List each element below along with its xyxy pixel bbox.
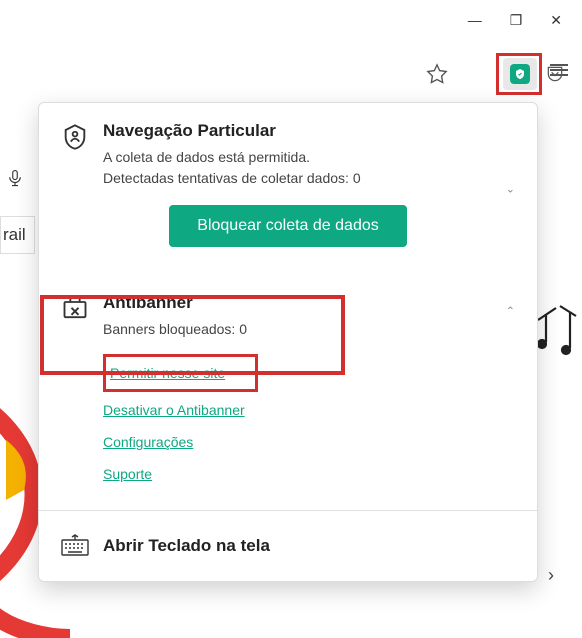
private-browsing-count: Detectadas tentativas de coletar dados: … [103, 168, 515, 189]
settings-link[interactable]: Configurações [103, 426, 193, 458]
extension-popup: Navegação Particular A coleta de dados e… [38, 102, 538, 582]
onscreen-keyboard-section[interactable]: Abrir Teclado na tela [39, 511, 537, 581]
onscreen-keyboard-title: Abrir Teclado na tela [103, 536, 270, 556]
close-button[interactable]: ✕ [550, 12, 562, 29]
extension-highlight-box [496, 53, 542, 95]
allow-site-highlight-box: Permitir nesse site [103, 354, 258, 392]
background-tab-fragment: rail [0, 216, 35, 254]
browser-toolbar [0, 55, 582, 93]
anonymous-icon [61, 123, 89, 151]
antibanner-count: Banners bloqueados: 0 [103, 319, 515, 340]
block-data-collection-button[interactable]: Bloquear coleta de dados [169, 205, 406, 247]
chevron-right-icon: › [548, 565, 554, 586]
chevron-down-icon: ⌄ [506, 183, 515, 196]
antibanner-title: Antibanner [103, 293, 515, 313]
antibanner-section[interactable]: Antibanner Banners bloqueados: 0 ⌃ [39, 275, 537, 346]
window-controls: — ❐ ✕ [448, 0, 582, 41]
antibanner-icon [61, 295, 89, 323]
keyboard-icon [61, 533, 89, 561]
private-browsing-status: A coleta de dados está permitida. [103, 147, 515, 168]
allow-on-this-site-link[interactable]: Permitir nesse site [110, 357, 225, 389]
microphone-icon [6, 165, 24, 191]
support-link[interactable]: Suporte [103, 458, 152, 490]
chevron-up-icon: ⌃ [506, 304, 515, 317]
minimize-button[interactable]: — [468, 12, 482, 29]
private-browsing-section[interactable]: Navegação Particular A coleta de dados e… [39, 103, 537, 275]
menu-hamburger-icon[interactable] [550, 64, 568, 76]
music-notes-decoration [536, 302, 580, 362]
antibanner-links: Permitir nesse site Desativar o Antibann… [39, 346, 537, 510]
maximize-button[interactable]: ❐ [510, 12, 523, 29]
disable-antibanner-link[interactable]: Desativar o Antibanner [103, 394, 245, 426]
bookmark-star-icon[interactable] [426, 63, 448, 85]
private-browsing-title: Navegação Particular [103, 121, 515, 141]
yellow-shape-decoration [6, 440, 36, 500]
